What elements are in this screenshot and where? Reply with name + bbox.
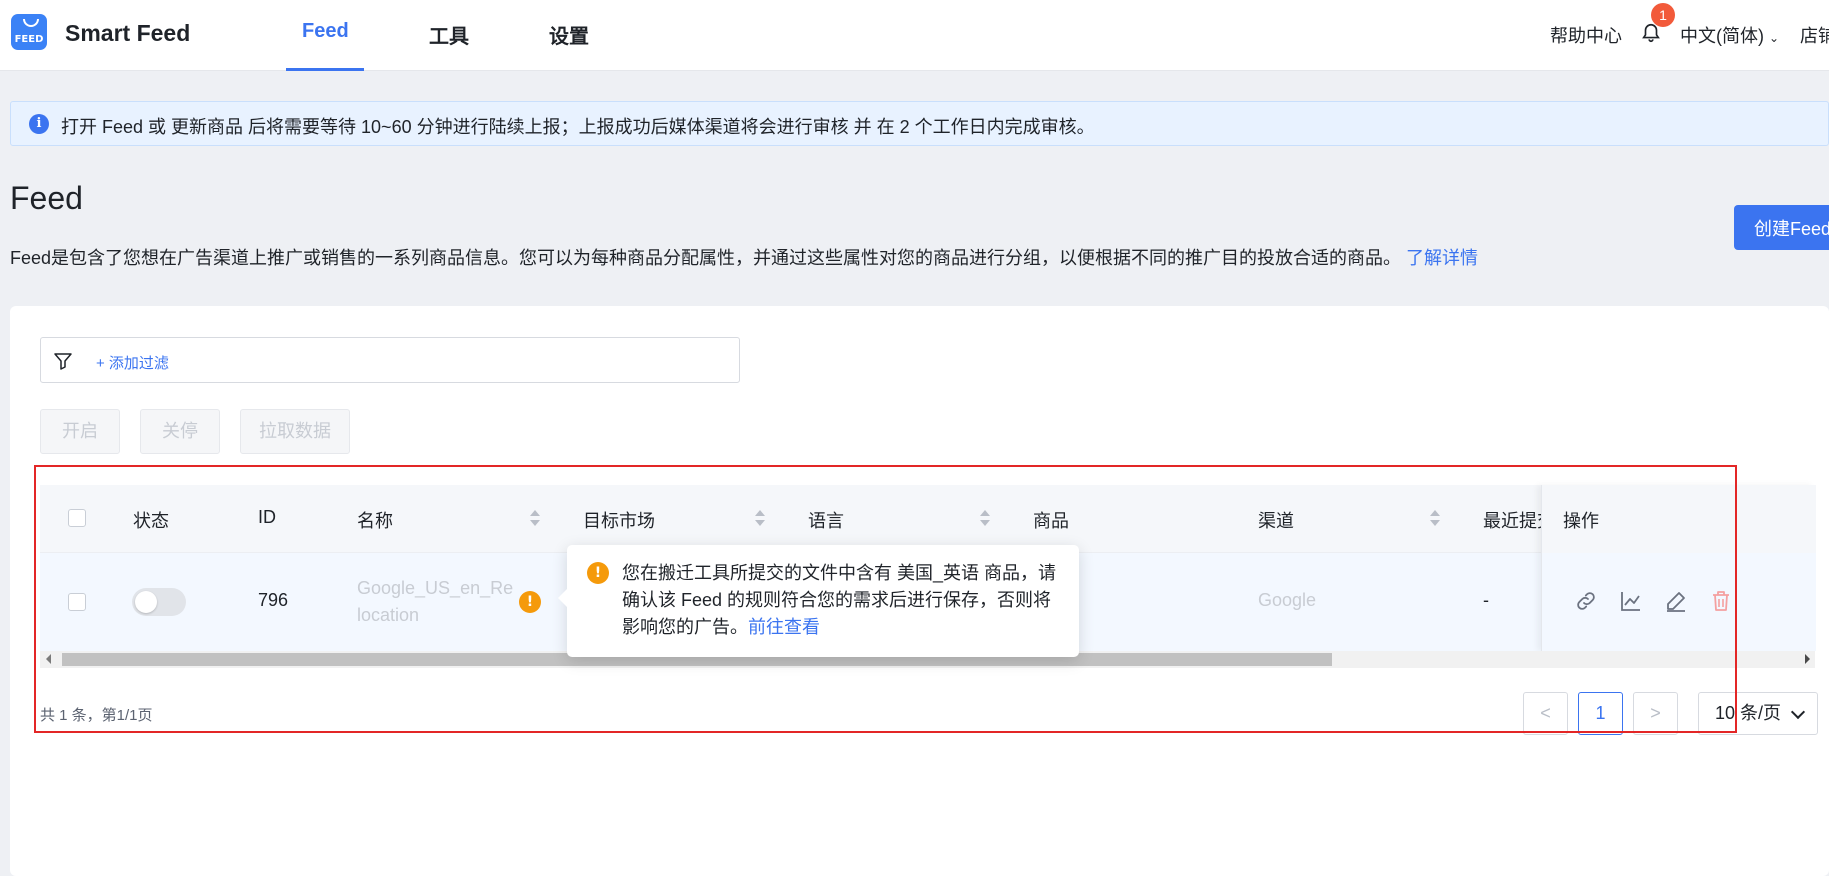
notification-badge: 1 <box>1651 3 1675 27</box>
enable-button[interactable]: 开启 <box>40 409 120 454</box>
info-icon: i <box>29 114 49 134</box>
help-center-link[interactable]: 帮助中心 <box>1550 22 1622 48</box>
filter-icon <box>54 353 72 370</box>
learn-more-link[interactable]: 了解详情 <box>1406 248 1478 268</box>
info-banner-text: 打开 Feed 或 更新商品 后将需要等待 10~60 分钟进行陆续上报；上报成… <box>61 117 1095 137</box>
page-description-text: Feed是包含了您想在广告渠道上推广或销售的一系列商品信息。您可以为每种商品分配… <box>10 248 1402 268</box>
page-description: Feed是包含了您想在广告渠道上推广或销售的一系列商品信息。您可以为每种商品分配… <box>10 244 1478 270</box>
language-label: 中文(简体) <box>1680 26 1764 46</box>
top-nav-bar: FEED Smart Feed Feed 工具 设置 帮助中心 1 中文(简体)… <box>0 0 1829 71</box>
scroll-right-icon[interactable] <box>1805 654 1810 664</box>
fetch-data-button[interactable]: 拉取数据 <box>240 409 350 454</box>
tab-feed[interactable]: Feed <box>302 20 349 43</box>
info-banner: i 打开 Feed 或 更新商品 后将需要等待 10~60 分钟进行陆续上报；上… <box>10 101 1829 146</box>
tab-tools[interactable]: 工具 <box>429 20 469 49</box>
filter-bar[interactable]: + 添加过滤 <box>40 337 740 383</box>
active-tab-indicator <box>286 68 364 71</box>
chevron-down-icon: ⌄ <box>1769 31 1780 45</box>
add-filter-link[interactable]: + 添加过滤 <box>96 352 169 373</box>
feed-logo-icon: FEED <box>11 14 47 50</box>
annotation-highlight-box <box>34 465 1737 733</box>
page-title: Feed <box>10 180 83 216</box>
create-feed-button[interactable]: 创建Feed <box>1734 205 1829 250</box>
app-name: Smart Feed <box>65 20 191 46</box>
disable-button[interactable]: 关停 <box>140 409 220 454</box>
language-selector[interactable]: 中文(简体) ⌄ <box>1680 22 1779 48</box>
chevron-down-icon <box>1790 704 1806 720</box>
store-menu[interactable]: 店铺 <box>1800 22 1829 48</box>
tab-settings[interactable]: 设置 <box>549 20 589 49</box>
